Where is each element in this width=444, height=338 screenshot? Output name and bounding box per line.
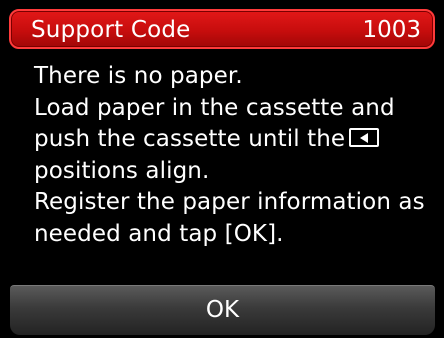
triangle-marker-icon <box>349 128 380 147</box>
message-line-text: push the cassette until the <box>34 126 346 152</box>
message-line: Register the paper information as <box>34 189 425 215</box>
ok-button[interactable]: OK <box>10 285 435 335</box>
ok-button-label: OK <box>205 297 240 323</box>
header-title: Support Code <box>31 17 191 43</box>
message-line: needed and tap [OK]. <box>34 220 284 247</box>
message-line: positions align. <box>34 157 210 184</box>
error-message: There is no paper. Load paper in the cas… <box>34 61 434 250</box>
support-code-number: 1003 <box>362 17 421 43</box>
support-code-header: Support Code 1003 <box>9 9 435 49</box>
message-line-with-icon: push the cassette until the <box>34 124 434 156</box>
message-line: There is no paper. <box>34 63 243 89</box>
message-line: Load paper in the cassette and <box>34 94 395 121</box>
printer-lcd-screen: Support Code 1003 There is no paper. Loa… <box>0 0 444 338</box>
